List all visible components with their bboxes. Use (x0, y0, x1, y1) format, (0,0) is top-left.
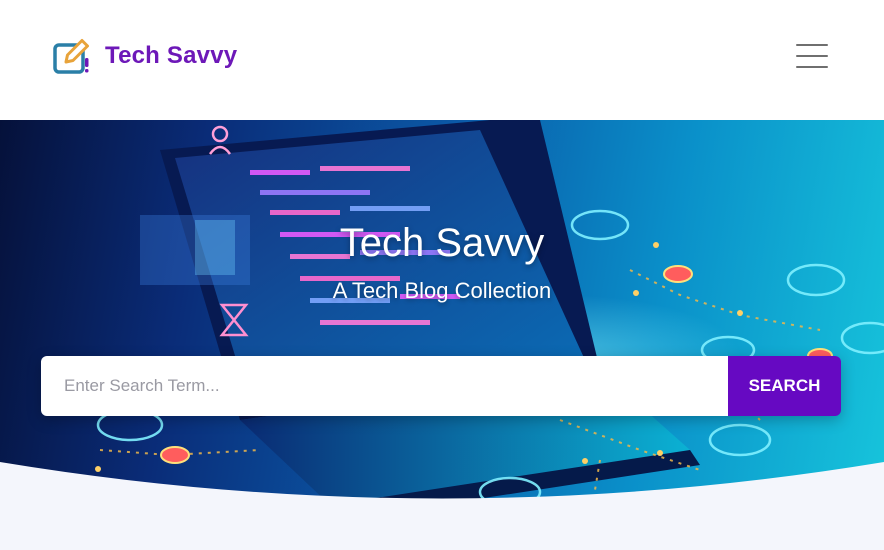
hero-bottom-curve (0, 462, 884, 550)
search-button[interactable]: SEARCH (728, 356, 841, 416)
brand-name: Tech Savvy (105, 42, 238, 69)
hero-banner: Tech Savvy A Tech Blog Collection SEARCH (0, 120, 884, 550)
search-input[interactable] (41, 356, 728, 416)
search-bar: SEARCH (41, 356, 841, 416)
edit-note-icon (53, 39, 89, 74)
hamburger-menu-icon[interactable] (796, 42, 828, 70)
hero-title: Tech Savvy (339, 221, 545, 265)
brand-link[interactable]: Tech Savvy (52, 36, 237, 76)
hero-subtitle: A Tech Blog Collection (332, 278, 552, 303)
site-header: Tech Savvy (0, 0, 884, 120)
